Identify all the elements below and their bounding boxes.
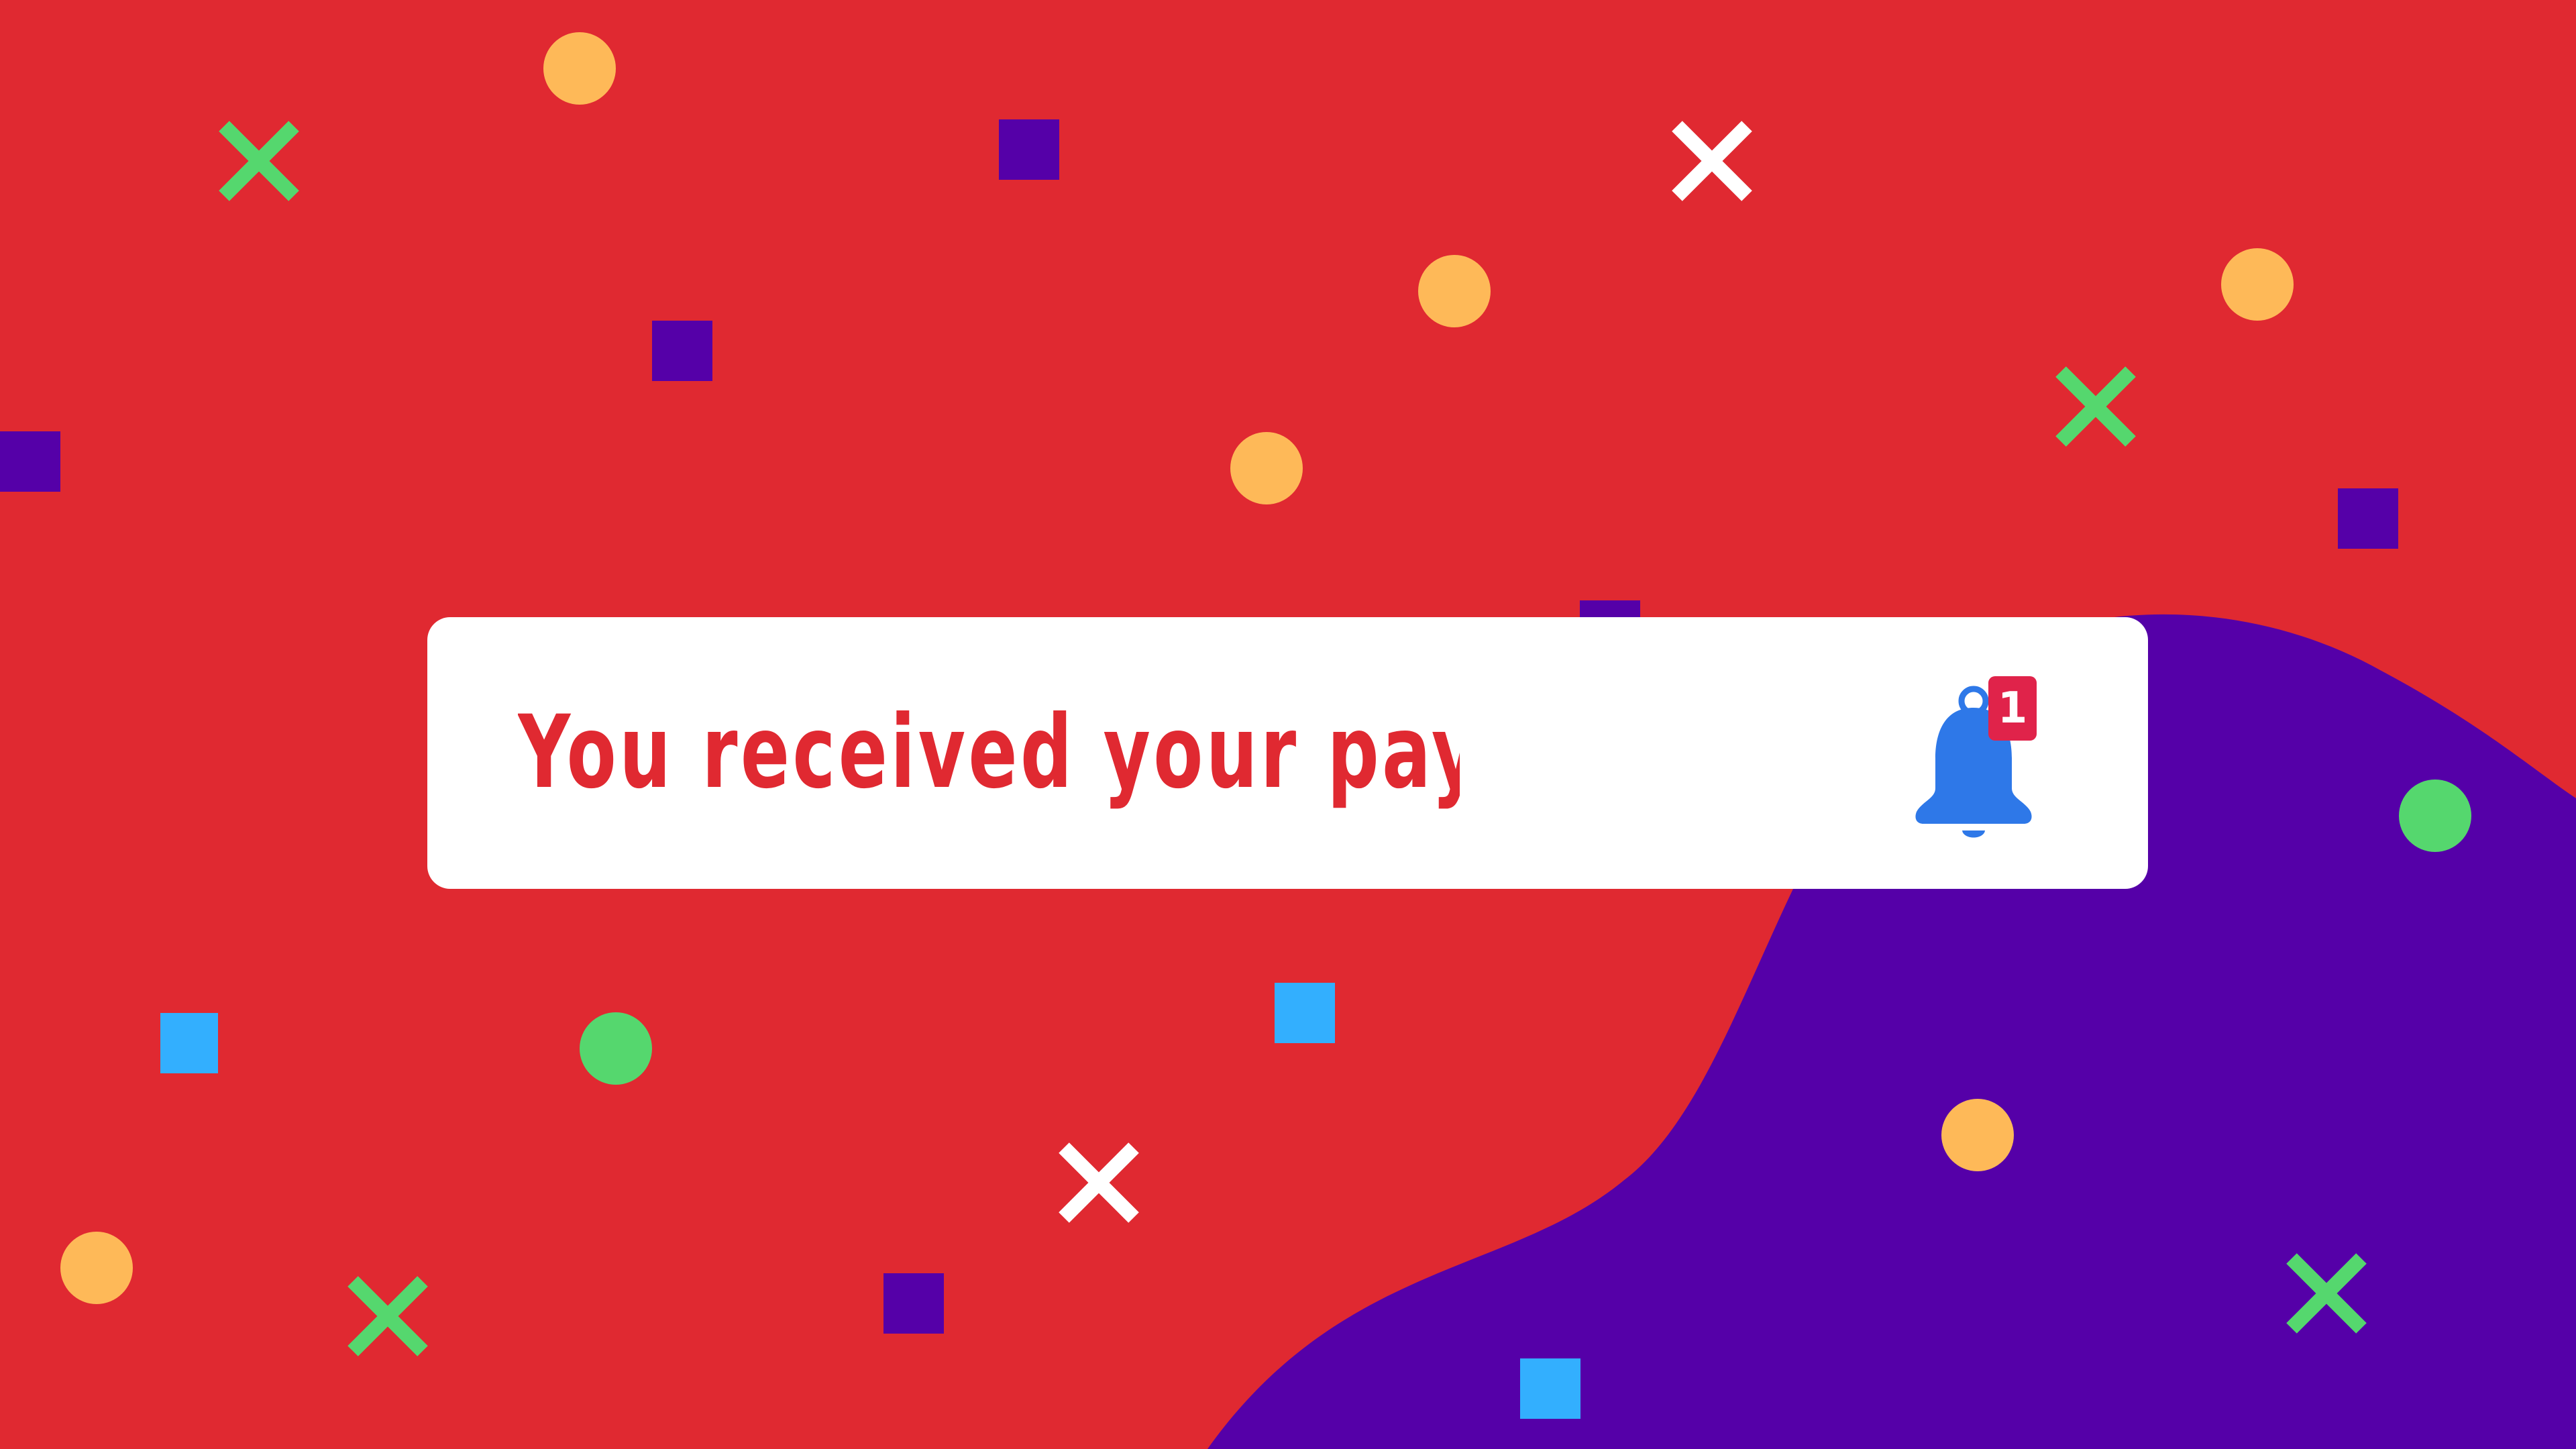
confetti-circle	[2399, 780, 2471, 852]
confetti-circle	[1941, 1099, 2014, 1171]
confetti-square	[652, 321, 712, 381]
confetti-square	[2338, 488, 2398, 549]
confetti-circle	[543, 32, 616, 105]
confetti-square	[1520, 1358, 1580, 1419]
confetti-circle	[60, 1232, 133, 1304]
confetti-circle	[2221, 248, 2294, 321]
confetti-square	[883, 1273, 944, 1334]
confetti-circle	[580, 1012, 652, 1085]
notification-message: You received your payout!	[518, 694, 1460, 811]
confetti-circle	[1230, 432, 1303, 504]
confetti-square	[0, 431, 60, 492]
notification-card: You received your payout! 1	[427, 617, 2148, 889]
confetti-square	[1275, 983, 1335, 1043]
confetti-circle	[1418, 255, 1491, 327]
confetti-square	[999, 119, 1059, 180]
notification-badge: 1	[1988, 676, 2037, 741]
confetti-square	[160, 1013, 218, 1073]
